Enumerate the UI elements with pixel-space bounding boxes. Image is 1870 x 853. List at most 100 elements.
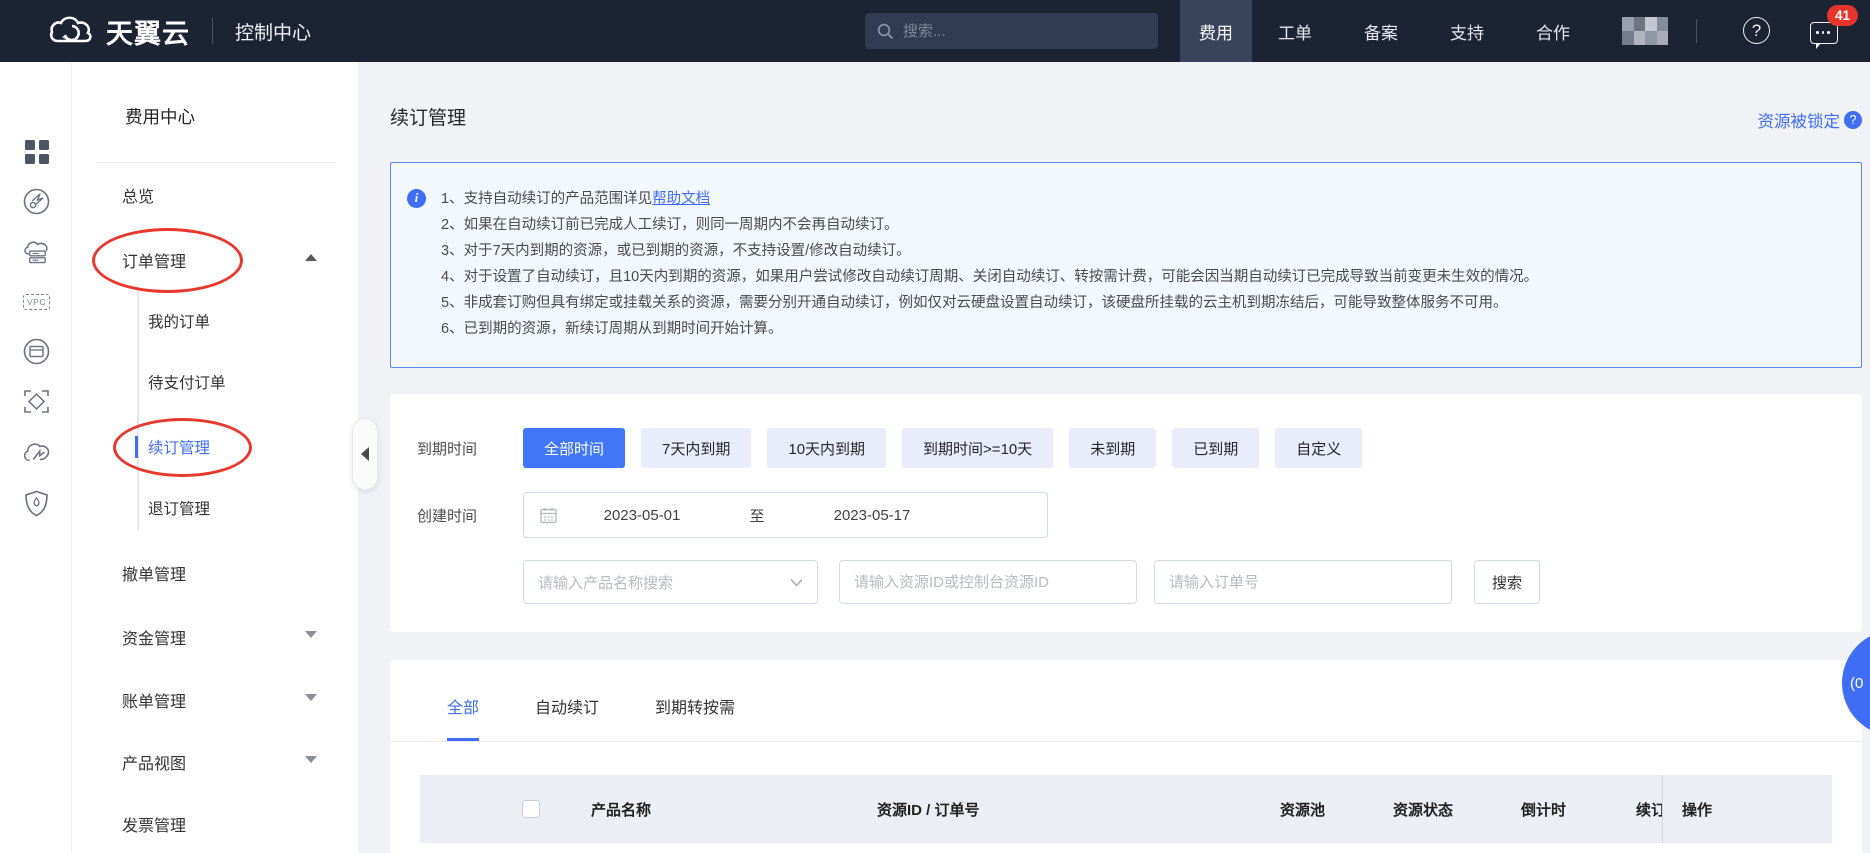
order-number-input[interactable] (1154, 560, 1452, 604)
date-to-value[interactable]: 2023-05-17 (787, 507, 957, 524)
chevron-down-icon[interactable] (305, 631, 317, 638)
nav-menu-item-billing[interactable]: 费用 (1180, 0, 1252, 62)
notice-line-5: 5、非成套订购但具有绑定或挂载关系的资源，需要分别开通自动续订，例如仅对云硬盘设… (441, 290, 1841, 316)
resource-locked-link[interactable]: 资源被锁定 ? (1758, 108, 1863, 132)
table-header: 产品名称 资源ID / 订单号 资源池 资源状态 倒计时 续订 操作 (420, 775, 1832, 843)
sidebar-item-invoice-management[interactable]: 发票管理 (122, 812, 186, 836)
resource-frame-icon[interactable] (23, 388, 50, 415)
notice-lines: 1、支持自动续订的产品范围详见帮助文档 2、如果在自动续订前已完成人工续订，则同… (441, 186, 1841, 342)
sidebar-item-renewal-management[interactable]: 续订管理 (148, 436, 210, 458)
cloud-logo-icon (48, 13, 96, 49)
product-name-placeholder: 请输入产品名称搜索 (538, 572, 673, 593)
sidebar-item-cancel-management[interactable]: 撤单管理 (122, 561, 186, 585)
notification-count-badge: 41 (1827, 5, 1858, 26)
tab-auto-renew[interactable]: 自动续订 (535, 694, 599, 741)
chevron-down-icon (790, 578, 803, 587)
filter-10days-button[interactable]: 10天内到期 (767, 428, 886, 468)
sidebar-collapse-handle[interactable] (352, 418, 378, 490)
message-dots (1816, 31, 1830, 34)
sidebar-title: 费用中心 (125, 104, 195, 129)
filter-gte-10days-button[interactable]: 到期时间>=10天 (902, 428, 1053, 468)
filter-all-time-button[interactable]: 全部时间 (523, 428, 625, 468)
active-item-indicator (135, 436, 138, 458)
submenu-guide-line (137, 290, 139, 530)
notice-line-4: 4、对于设置了自动续订，且10天内到期的资源，如果用户尝试修改自动续订周期、关闭… (441, 264, 1841, 290)
sidebar-item-pending-orders[interactable]: 待支付订单 (148, 371, 226, 393)
filter-7days-button[interactable]: 7天内到期 (641, 428, 751, 468)
global-search-box[interactable] (865, 13, 1158, 49)
chevron-left-icon (361, 447, 369, 461)
create-time-label: 创建时间 (417, 505, 523, 526)
nav-menu-item-ticket[interactable]: 工单 (1252, 0, 1338, 62)
cloud-server-icon[interactable] (23, 238, 50, 265)
billing-sidebar: 费用中心 总览 订单管理 我的订单 待支付订单 续订管理 退订管理 撤单管理 资… (72, 62, 358, 853)
column-actions: 操作 (1682, 775, 1712, 843)
date-range-separator: 至 (727, 505, 787, 526)
sidebar-item-funds-management[interactable]: 资金管理 (122, 625, 186, 649)
service-icon-rail: VPC (0, 62, 72, 853)
select-all-checkbox[interactable] (522, 800, 540, 818)
date-range-picker[interactable]: 2023-05-01 至 2023-05-17 (523, 492, 1048, 538)
resource-id-input[interactable] (839, 560, 1137, 604)
column-product-name: 产品名称 (591, 775, 651, 843)
console-center-link[interactable]: 控制中心 (235, 18, 311, 45)
chevron-down-icon[interactable] (305, 756, 317, 763)
app-window-icon[interactable] (23, 338, 50, 365)
sidebar-item-my-orders[interactable]: 我的订单 (148, 310, 210, 332)
nav-menu-item-support[interactable]: 支持 (1424, 0, 1510, 62)
date-from-value[interactable]: 2023-05-01 (557, 507, 727, 524)
app-window: 天翼云 控制中心 费用 工单 备案 支持 合作 ? 41 (0, 0, 1870, 853)
column-resource-status: 资源状态 (1393, 775, 1453, 843)
expire-time-filter-row: 到期时间 全部时间 7天内到期 10天内到期 到期时间>=10天 未到期 已到期… (417, 428, 1378, 468)
cloud-migrate-icon[interactable] (23, 439, 50, 466)
tab-bar: 全部 自动续订 到期转按需 (390, 660, 1862, 742)
dashboard-icon[interactable] (23, 188, 50, 215)
renewal-notice-box: i 1、支持自动续订的产品范围详见帮助文档 2、如果在自动续订前已完成人工续订，… (390, 162, 1862, 368)
column-resource-pool: 资源池 (1280, 775, 1325, 843)
filter-not-expired-button[interactable]: 未到期 (1069, 428, 1156, 468)
help-doc-link[interactable]: 帮助文档 (652, 191, 710, 207)
chevron-up-icon[interactable] (305, 254, 317, 261)
notice-line-2: 2、如果在自动续订前已完成人工续订，则同一周期内不会再自动续订。 (441, 212, 1841, 238)
sidebar-item-unsubscribe-management[interactable]: 退订管理 (148, 497, 210, 519)
brand-name: 天翼云 (106, 12, 190, 51)
column-countdown: 倒计时 (1521, 775, 1566, 843)
navbar-divider (212, 18, 213, 44)
search-button[interactable]: 搜索 (1474, 560, 1540, 604)
product-name-select[interactable]: 请输入产品名称搜索 (523, 560, 818, 604)
resource-locked-label: 资源被锁定 (1758, 108, 1841, 132)
filter-expired-button[interactable]: 已到期 (1172, 428, 1259, 468)
page-title: 续订管理 (390, 103, 466, 130)
column-renewal-clipped: 续订 (1636, 775, 1662, 843)
search-filter-row: 请输入产品名称搜索 搜索 (417, 560, 1540, 604)
help-icon[interactable]: ? (1743, 17, 1770, 44)
chevron-down-icon[interactable] (305, 694, 317, 701)
apps-grid-icon[interactable] (23, 138, 50, 165)
search-icon (877, 23, 894, 40)
notice-line-3: 3、对于7天内到期的资源，或已到期的资源，不支持设置/修改自动续订。 (441, 238, 1841, 264)
renewal-list-panel: 全部 自动续订 到期转按需 产品名称 资源ID / 订单号 资源池 资源状态 倒… (390, 660, 1862, 853)
info-icon: i (407, 189, 426, 208)
security-shield-icon[interactable] (23, 490, 50, 517)
filter-custom-button[interactable]: 自定义 (1275, 428, 1362, 468)
sidebar-item-order-management[interactable]: 订单管理 (122, 248, 186, 272)
create-time-filter-row: 创建时间 2023-05-01 至 2023-05-17 (417, 492, 1048, 538)
sidebar-item-overview[interactable]: 总览 (122, 183, 154, 207)
question-mark-icon: ? (1844, 111, 1862, 129)
tab-all[interactable]: 全部 (447, 694, 479, 741)
notice-line-1: 1、支持自动续订的产品范围详见帮助文档 (441, 186, 1841, 212)
notice-line-6: 6、已到期的资源，新续订周期从到期时间开始计算。 (441, 316, 1841, 342)
sidebar-item-product-view[interactable]: 产品视图 (122, 750, 186, 774)
vpc-icon[interactable]: VPC (23, 288, 50, 315)
tab-expire-to-ondemand[interactable]: 到期转按需 (655, 694, 735, 741)
sidebar-item-bill-management[interactable]: 账单管理 (122, 688, 186, 712)
global-search-input[interactable] (903, 23, 1133, 40)
calendar-icon (540, 507, 557, 524)
nav-menu-item-cooperation[interactable]: 合作 (1510, 0, 1596, 62)
navbar-menu: 费用 工单 备案 支持 合作 (1180, 0, 1596, 62)
navbar-divider (1696, 19, 1697, 43)
nav-menu-item-filing[interactable]: 备案 (1338, 0, 1424, 62)
floating-count-text: (0 (1850, 675, 1863, 692)
account-avatar[interactable] (1622, 17, 1668, 45)
column-resource-id-order: 资源ID / 订单号 (877, 775, 980, 843)
